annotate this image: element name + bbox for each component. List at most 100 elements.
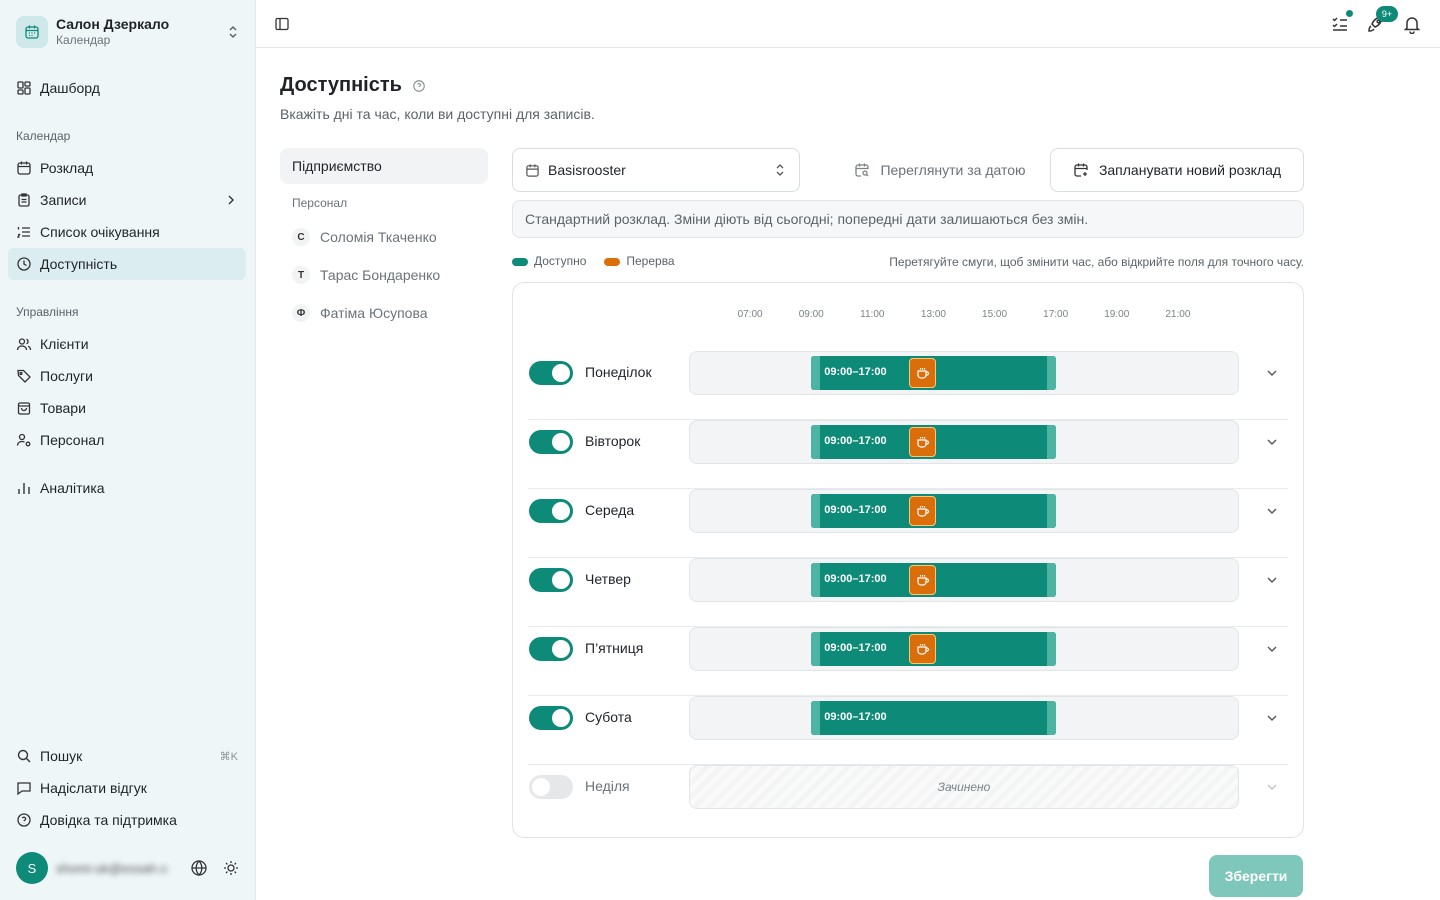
save-button[interactable]: Зберегти xyxy=(1209,855,1303,897)
chevron-down-icon[interactable] xyxy=(1264,434,1280,450)
schedule-select[interactable]: Basisrooster xyxy=(512,148,800,192)
availability-time-label: 09:00–17:00 xyxy=(824,573,887,585)
coffee-icon xyxy=(916,366,930,380)
staff-item[interactable]: С Соломія Ткаченко xyxy=(280,218,488,256)
tasks-icon[interactable] xyxy=(1328,9,1354,36)
user-menu[interactable]: S shomi-uk@essah.com xyxy=(8,848,248,888)
sidebar-item-label: Дашборд xyxy=(40,80,100,96)
chevron-down-icon[interactable] xyxy=(1264,641,1280,657)
day-name: Четвер xyxy=(585,571,631,587)
bar-start-handle[interactable] xyxy=(811,563,821,597)
drag-hint: Перетягуйте смуги, щоб змінити час, або … xyxy=(889,255,1304,269)
day-toggle[interactable] xyxy=(529,430,573,454)
sidebar-item-staff[interactable]: Персонал xyxy=(8,424,246,456)
day-toggle[interactable] xyxy=(529,568,573,592)
availability-bar[interactable]: 09:00–17:00 xyxy=(811,494,1056,528)
notifications-badge: 9+ xyxy=(1376,6,1398,22)
legend-available: Доступно xyxy=(512,254,586,268)
user-email: shomi-uk@essah.com xyxy=(56,860,168,876)
tab-enterprise[interactable]: Підприємство xyxy=(280,148,488,184)
day-name: Вівторок xyxy=(585,433,641,449)
bar-end-handle[interactable] xyxy=(1046,356,1056,390)
day-toggle[interactable] xyxy=(529,499,573,523)
bar-start-handle[interactable] xyxy=(811,425,821,459)
sidebar-item-feedback[interactable]: Надіслати відгук xyxy=(8,772,246,804)
availability-bar[interactable]: 09:00–17:00 xyxy=(811,563,1056,597)
bar-start-handle[interactable] xyxy=(811,632,821,666)
day-timeline-track[interactable]: 09:00–17:00 xyxy=(689,420,1239,464)
axis-tick-label: 15:00 xyxy=(982,309,1008,320)
view-by-date-button[interactable]: Переглянути за датою xyxy=(840,148,1040,192)
globe-icon[interactable] xyxy=(190,859,208,877)
staff-initial: Ф xyxy=(292,304,310,322)
sidebar-item-label: Список очікування xyxy=(40,224,160,240)
bar-start-handle[interactable] xyxy=(811,356,821,390)
clock-icon xyxy=(16,256,32,272)
sidebar-item-label: Записи xyxy=(40,192,87,208)
chevron-down-icon[interactable] xyxy=(1264,365,1280,381)
org-switcher[interactable]: Салон Дзеркало Календар xyxy=(8,8,248,56)
rocket-icon[interactable]: 9+ xyxy=(1364,6,1398,36)
availability-bar[interactable]: 09:00–17:00 xyxy=(811,701,1056,735)
bar-end-handle[interactable] xyxy=(1046,701,1056,735)
day-toggle[interactable] xyxy=(529,637,573,661)
availability-bar[interactable]: 09:00–17:00 xyxy=(811,632,1056,666)
sidebar-item-search[interactable]: Пошук ⌘K xyxy=(8,740,246,772)
legend-available-label: Доступно xyxy=(534,254,587,268)
scope-tabs: Підприємство Персонал С Соломія Ткаченко… xyxy=(280,148,488,332)
sidebar-item-label: Послуги xyxy=(40,368,93,384)
sidebar-item-schedule[interactable]: Розклад xyxy=(8,152,246,184)
break-block[interactable] xyxy=(908,634,937,664)
bar-start-handle[interactable] xyxy=(811,494,821,528)
sun-icon[interactable] xyxy=(222,859,240,877)
bar-end-handle[interactable] xyxy=(1046,632,1056,666)
day-timeline-track[interactable]: 09:00–17:00 xyxy=(689,696,1239,740)
chevron-down-icon[interactable] xyxy=(1264,572,1280,588)
toggle-knob xyxy=(552,433,570,451)
availability-bar[interactable]: 09:00–17:00 xyxy=(811,425,1056,459)
bar-end-handle[interactable] xyxy=(1046,494,1056,528)
sidebar-item-appointments[interactable]: Записи xyxy=(8,184,246,216)
sidebar-item-analytics[interactable]: Аналітика xyxy=(8,472,246,504)
sidebar-item-waitlist[interactable]: Список очікування xyxy=(8,216,246,248)
bar-end-handle[interactable] xyxy=(1046,563,1056,597)
sidebar-item-dashboard[interactable]: Дашборд xyxy=(8,72,246,104)
availability-bar[interactable]: 09:00–17:00 xyxy=(811,356,1056,390)
bell-icon[interactable] xyxy=(1400,12,1424,36)
day-timeline-track[interactable]: 09:00–17:00 xyxy=(689,489,1239,533)
bar-start-handle[interactable] xyxy=(811,701,821,735)
axis-tick-label: 21:00 xyxy=(1165,309,1191,320)
day-toggle[interactable] xyxy=(529,361,573,385)
day-timeline-track[interactable]: 09:00–17:00 xyxy=(689,627,1239,671)
chevron-down-icon[interactable] xyxy=(1264,503,1280,519)
help-circle-icon xyxy=(16,812,32,828)
day-timeline-track[interactable]: 09:00–17:00 xyxy=(689,558,1239,602)
break-block[interactable] xyxy=(908,496,937,526)
break-block[interactable] xyxy=(908,427,937,457)
user-cog-icon xyxy=(16,432,32,448)
sidebar-item-clients[interactable]: Клієнти xyxy=(8,328,246,360)
coffee-icon xyxy=(916,573,930,587)
sidebar-item-help[interactable]: Довідка та підтримка xyxy=(8,804,246,836)
staff-item[interactable]: Т Тарас Бондаренко xyxy=(280,256,488,294)
toggle-knob xyxy=(552,640,570,658)
staff-item[interactable]: Ф Фатіма Юсупова xyxy=(280,294,488,332)
day-toggle[interactable] xyxy=(529,775,573,799)
legend-break: Перерва xyxy=(604,254,675,268)
bar-chart-icon xyxy=(16,480,32,496)
sidebar-item-services[interactable]: Послуги xyxy=(8,360,246,392)
sidebar-item-products[interactable]: Товари xyxy=(8,392,246,424)
day-toggle[interactable] xyxy=(529,706,573,730)
sidebar-item-availability[interactable]: Доступність xyxy=(8,248,246,280)
bar-end-handle[interactable] xyxy=(1046,425,1056,459)
chevron-down-icon[interactable] xyxy=(1264,710,1280,726)
sidebar-toggle-icon[interactable] xyxy=(270,12,294,36)
page-subtitle: Вкажіть дні та час, коли ви доступні для… xyxy=(280,106,595,122)
break-block[interactable] xyxy=(908,358,937,388)
help-circle-icon[interactable] xyxy=(412,79,426,93)
calendar-icon xyxy=(525,163,540,178)
break-block[interactable] xyxy=(908,565,937,595)
day-timeline-track[interactable]: 09:00–17:00 xyxy=(689,351,1239,395)
new-schedule-button[interactable]: Запланувати новий розклад xyxy=(1050,148,1304,192)
day-timeline-track: Зачинено xyxy=(689,765,1239,809)
